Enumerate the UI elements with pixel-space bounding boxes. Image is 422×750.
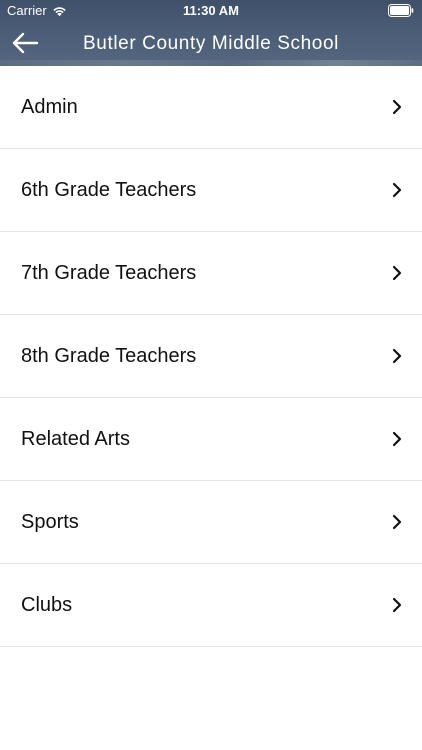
list-item-6th-grade-teachers[interactable]: 6th Grade Teachers [0, 149, 422, 232]
status-bar: Carrier 11:30 AM [0, 0, 422, 22]
chevron-right-icon [392, 597, 402, 613]
app-header: Carrier 11:30 AM Butler County Middle Sc… [0, 0, 422, 66]
arrow-left-icon [12, 32, 39, 54]
category-list: Admin 6th Grade Teachers 7th Grade Teach… [0, 66, 422, 647]
list-item-label: 7th Grade Teachers [21, 261, 197, 284]
list-item-label: 6th Grade Teachers [21, 178, 197, 201]
chevron-right-icon [392, 431, 402, 447]
chevron-right-icon [392, 99, 402, 115]
chevron-right-icon [392, 514, 402, 530]
chevron-right-icon [392, 182, 402, 198]
list-item-sports[interactable]: Sports [0, 481, 422, 564]
list-item-label: Clubs [21, 593, 73, 616]
list-item-label: 8th Grade Teachers [21, 344, 197, 367]
list-item-label: Related Arts [21, 427, 130, 450]
list-item-admin[interactable]: Admin [0, 66, 422, 149]
back-button[interactable] [8, 28, 42, 58]
list-item-related-arts[interactable]: Related Arts [0, 398, 422, 481]
list-item-label: Admin [21, 95, 78, 118]
status-time: 11:30 AM [183, 3, 239, 18]
page-title: Butler County Middle School [83, 33, 339, 54]
chevron-right-icon [392, 265, 402, 281]
list-item-8th-grade-teachers[interactable]: 8th Grade Teachers [0, 315, 422, 398]
chevron-right-icon [392, 348, 402, 364]
list-item-7th-grade-teachers[interactable]: 7th Grade Teachers [0, 232, 422, 315]
battery-icon [388, 4, 414, 17]
list-item-label: Sports [21, 510, 79, 533]
list-item-clubs[interactable]: Clubs [0, 564, 422, 647]
navigation-bar: Butler County Middle School [0, 22, 422, 66]
